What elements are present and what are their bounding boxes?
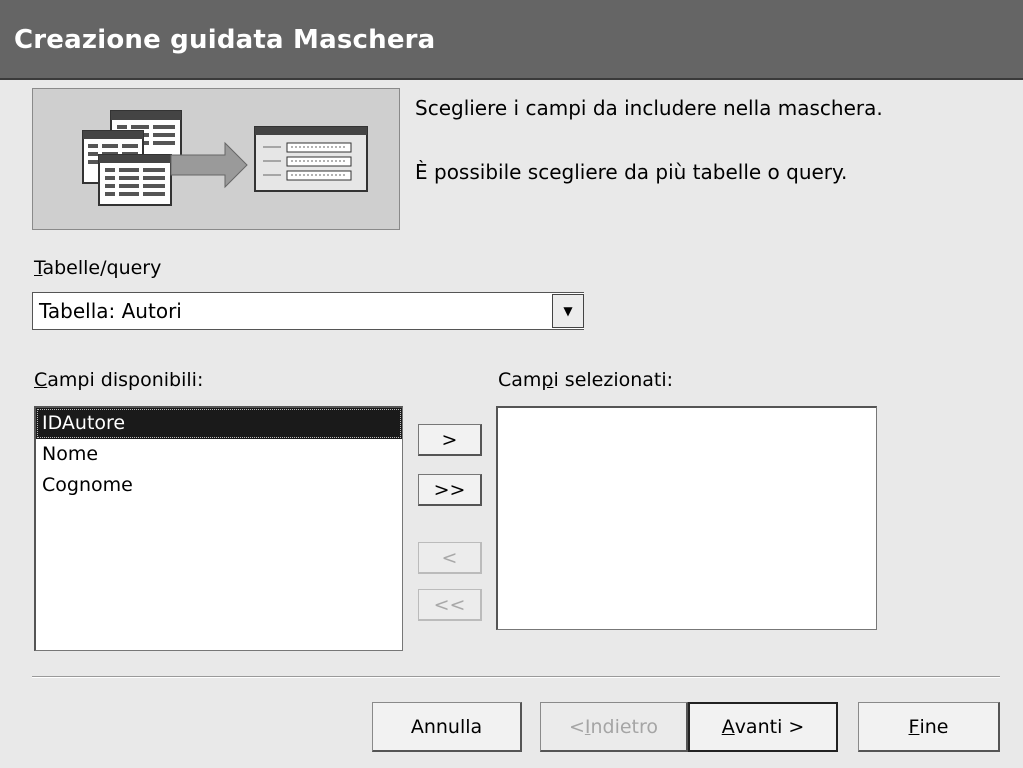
selected-fields-list[interactable]	[496, 406, 877, 630]
remove-all-fields-button[interactable]: <<	[418, 589, 482, 621]
intro-line-2: È possibile scegliere da più tabelle o q…	[415, 160, 848, 184]
dialog-title: Creazione guidata Maschera	[14, 25, 436, 55]
title-bar: Creazione guidata Maschera	[0, 0, 1023, 80]
list-item[interactable]: IDAutore	[36, 408, 402, 439]
tables-to-form-icon	[82, 110, 368, 206]
selected-fields-label: Campi selezionati:	[498, 369, 674, 391]
tables-label: Tabelle/query	[34, 257, 162, 279]
add-field-button[interactable]: >	[418, 424, 482, 456]
footer-divider	[32, 676, 1000, 678]
tables-selected-value: Tabella: Autori	[39, 299, 182, 323]
add-all-fields-button[interactable]: >>	[418, 474, 482, 506]
dropdown-arrow-icon[interactable]: ▼	[552, 294, 584, 328]
wizard-illustration	[32, 88, 400, 230]
finish-button[interactable]: Fine	[858, 702, 1000, 752]
back-button[interactable]: < Indietro	[540, 702, 688, 752]
intro-line-1: Scegliere i campi da includere nella mas…	[415, 96, 883, 120]
list-item[interactable]: Nome	[36, 439, 402, 470]
remove-field-button[interactable]: <	[418, 542, 482, 574]
next-button[interactable]: Avanti >	[688, 702, 838, 752]
available-fields-label: Campi disponibili:	[34, 369, 204, 391]
tables-combobox[interactable]: Tabella: Autori ▼	[32, 292, 584, 330]
available-fields-list[interactable]: IDAutore Nome Cognome	[34, 406, 403, 651]
cancel-button[interactable]: Annulla	[372, 702, 522, 752]
list-item[interactable]: Cognome	[36, 470, 402, 501]
